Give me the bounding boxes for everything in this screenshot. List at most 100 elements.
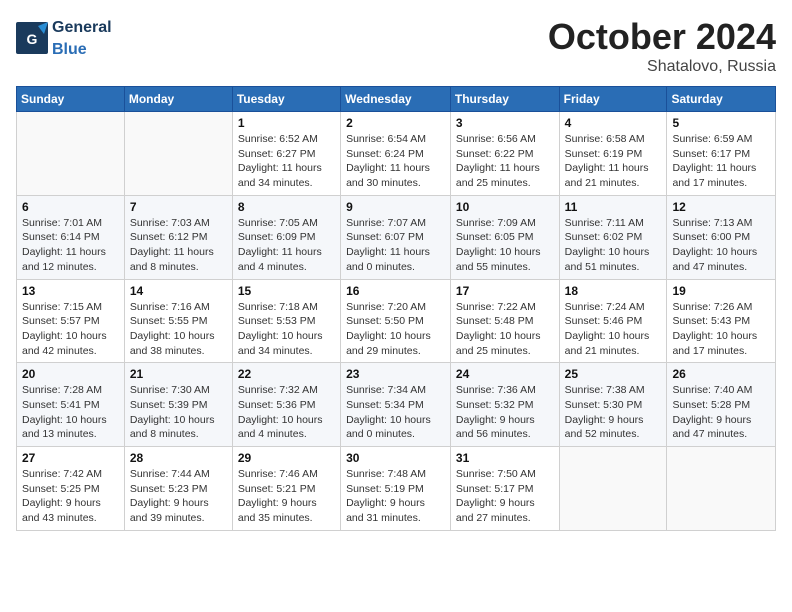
day-number: 8 — [238, 200, 335, 214]
day-number: 23 — [346, 367, 445, 381]
day-info: Sunrise: 7:30 AM Sunset: 5:39 PM Dayligh… — [130, 383, 227, 442]
calendar-cell: 4 Sunrise: 6:58 AM Sunset: 6:19 PM Daylig… — [559, 112, 667, 196]
day-number: 6 — [22, 200, 119, 214]
calendar-cell: 9 Sunrise: 7:07 AM Sunset: 6:07 PM Daylig… — [341, 195, 451, 279]
day-info: Sunrise: 6:54 AM Sunset: 6:24 PM Dayligh… — [346, 132, 445, 191]
calendar-cell — [124, 112, 232, 196]
day-info: Sunrise: 6:59 AM Sunset: 6:17 PM Dayligh… — [672, 132, 770, 191]
day-info: Sunrise: 7:22 AM Sunset: 5:48 PM Dayligh… — [456, 300, 554, 359]
calendar-cell: 12Sunrise: 7:13 AM Sunset: 6:00 PM Dayli… — [667, 195, 776, 279]
calendar-cell: 22 Sunrise: 7:32 AM Sunset: 5:36 PM Dayli… — [232, 363, 340, 447]
day-info: Sunrise: 6:56 AM Sunset: 6:22 PM Dayligh… — [456, 132, 554, 191]
day-info: Sunrise: 7:26 AM Sunset: 5:43 PM Dayligh… — [672, 300, 770, 359]
day-info: Sunrise: 7:13 AM Sunset: 6:00 PM Dayligh… — [672, 216, 770, 275]
day-number: 31 — [456, 451, 554, 465]
day-info: Sunrise: 7:32 AM Sunset: 5:36 PM Dayligh… — [238, 383, 335, 442]
calendar-week-row: 13 Sunrise: 7:15 AM Sunset: 5:57 PM Dayli… — [17, 279, 776, 363]
weekday-header-thursday: Thursday — [450, 87, 559, 112]
weekday-header-tuesday: Tuesday — [232, 87, 340, 112]
logo-icon: G — [16, 22, 48, 54]
calendar-cell: 1 Sunrise: 6:52 AM Sunset: 6:27 PM Daylig… — [232, 112, 340, 196]
day-number: 13 — [22, 284, 119, 298]
day-info: Sunrise: 7:50 AM Sunset: 5:17 PM Dayligh… — [456, 467, 554, 526]
calendar-week-row: 6 Sunrise: 7:01 AM Sunset: 6:14 PM Daylig… — [17, 195, 776, 279]
day-info: Sunrise: 7:18 AM Sunset: 5:53 PM Dayligh… — [238, 300, 335, 359]
calendar-cell: 27 Sunrise: 7:42 AM Sunset: 5:25 PM Dayli… — [17, 447, 125, 531]
title-section: October 2024 Shatalovo, Russia — [548, 16, 776, 76]
day-number: 27 — [22, 451, 119, 465]
day-number: 3 — [456, 116, 554, 130]
day-number: 21 — [130, 367, 227, 381]
calendar-week-row: 20 Sunrise: 7:28 AM Sunset: 5:41 PM Dayli… — [17, 363, 776, 447]
day-info: Sunrise: 7:16 AM Sunset: 5:55 PM Dayligh… — [130, 300, 227, 359]
day-number: 5 — [672, 116, 770, 130]
calendar-cell: 25Sunrise: 7:38 AM Sunset: 5:30 PM Dayli… — [559, 363, 667, 447]
day-number: 15 — [238, 284, 335, 298]
weekday-header-friday: Friday — [559, 87, 667, 112]
day-info: Sunrise: 7:38 AM Sunset: 5:30 PM Dayligh… — [565, 383, 662, 442]
weekday-header-saturday: Saturday — [667, 87, 776, 112]
day-number: 18 — [565, 284, 662, 298]
day-info: Sunrise: 7:36 AM Sunset: 5:32 PM Dayligh… — [456, 383, 554, 442]
logo-blue: Blue — [52, 41, 87, 58]
calendar-cell: 2 Sunrise: 6:54 AM Sunset: 6:24 PM Daylig… — [341, 112, 451, 196]
day-number: 14 — [130, 284, 227, 298]
calendar-cell: 30Sunrise: 7:48 AM Sunset: 5:19 PM Dayli… — [341, 447, 451, 531]
day-number: 10 — [456, 200, 554, 214]
calendar-cell: 20 Sunrise: 7:28 AM Sunset: 5:41 PM Dayli… — [17, 363, 125, 447]
day-info: Sunrise: 6:52 AM Sunset: 6:27 PM Dayligh… — [238, 132, 335, 191]
weekday-header-wednesday: Wednesday — [341, 87, 451, 112]
day-number: 29 — [238, 451, 335, 465]
day-info: Sunrise: 7:15 AM Sunset: 5:57 PM Dayligh… — [22, 300, 119, 359]
calendar-cell: 21 Sunrise: 7:30 AM Sunset: 5:39 PM Dayli… — [124, 363, 232, 447]
day-number: 7 — [130, 200, 227, 214]
svg-text:G: G — [27, 31, 38, 47]
weekday-header-sunday: Sunday — [17, 87, 125, 112]
day-info: Sunrise: 7:46 AM Sunset: 5:21 PM Dayligh… — [238, 467, 335, 526]
calendar-cell — [667, 447, 776, 531]
day-info: Sunrise: 7:42 AM Sunset: 5:25 PM Dayligh… — [22, 467, 119, 526]
calendar-table: SundayMondayTuesdayWednesdayThursdayFrid… — [16, 86, 776, 531]
day-info: Sunrise: 7:09 AM Sunset: 6:05 PM Dayligh… — [456, 216, 554, 275]
day-info: Sunrise: 7:01 AM Sunset: 6:14 PM Dayligh… — [22, 216, 119, 275]
day-info: Sunrise: 7:07 AM Sunset: 6:07 PM Dayligh… — [346, 216, 445, 275]
day-info: Sunrise: 7:48 AM Sunset: 5:19 PM Dayligh… — [346, 467, 445, 526]
day-number: 22 — [238, 367, 335, 381]
calendar-cell: 5 Sunrise: 6:59 AM Sunset: 6:17 PM Daylig… — [667, 112, 776, 196]
day-number: 24 — [456, 367, 554, 381]
day-number: 2 — [346, 116, 445, 130]
day-number: 20 — [22, 367, 119, 381]
calendar-week-row: 1 Sunrise: 6:52 AM Sunset: 6:27 PM Daylig… — [17, 112, 776, 196]
day-info: Sunrise: 7:11 AM Sunset: 6:02 PM Dayligh… — [565, 216, 662, 275]
calendar-cell: 11Sunrise: 7:11 AM Sunset: 6:02 PM Dayli… — [559, 195, 667, 279]
calendar-cell: 17 Sunrise: 7:22 AM Sunset: 5:48 PM Dayli… — [450, 279, 559, 363]
calendar-cell: 24 Sunrise: 7:36 AM Sunset: 5:32 PM Dayli… — [450, 363, 559, 447]
calendar-cell: 8Sunrise: 7:05 AM Sunset: 6:09 PM Daylig… — [232, 195, 340, 279]
calendar-cell: 18 Sunrise: 7:24 AM Sunset: 5:46 PM Dayli… — [559, 279, 667, 363]
day-info: Sunrise: 7:20 AM Sunset: 5:50 PM Dayligh… — [346, 300, 445, 359]
location-title: Shatalovo, Russia — [548, 58, 776, 76]
calendar-cell: 10 Sunrise: 7:09 AM Sunset: 6:05 PM Dayli… — [450, 195, 559, 279]
calendar-cell: 19Sunrise: 7:26 AM Sunset: 5:43 PM Dayli… — [667, 279, 776, 363]
calendar-cell: 7 Sunrise: 7:03 AM Sunset: 6:12 PM Daylig… — [124, 195, 232, 279]
calendar-cell: 16Sunrise: 7:20 AM Sunset: 5:50 PM Dayli… — [341, 279, 451, 363]
day-info: Sunrise: 7:24 AM Sunset: 5:46 PM Dayligh… — [565, 300, 662, 359]
day-number: 26 — [672, 367, 770, 381]
calendar-cell: 3 Sunrise: 6:56 AM Sunset: 6:22 PM Daylig… — [450, 112, 559, 196]
day-info: Sunrise: 6:58 AM Sunset: 6:19 PM Dayligh… — [565, 132, 662, 191]
header: G General Blue October 2024 Shatalovo, R… — [16, 16, 776, 76]
day-number: 9 — [346, 200, 445, 214]
calendar-cell: 13 Sunrise: 7:15 AM Sunset: 5:57 PM Dayli… — [17, 279, 125, 363]
page-container: G General Blue October 2024 Shatalovo, R… — [0, 0, 792, 539]
logo: G General Blue — [16, 16, 112, 59]
day-info: Sunrise: 7:03 AM Sunset: 6:12 PM Dayligh… — [130, 216, 227, 275]
calendar-cell: 6 Sunrise: 7:01 AM Sunset: 6:14 PM Daylig… — [17, 195, 125, 279]
calendar-cell: 15 Sunrise: 7:18 AM Sunset: 5:53 PM Dayli… — [232, 279, 340, 363]
day-number: 17 — [456, 284, 554, 298]
calendar-cell: 14 Sunrise: 7:16 AM Sunset: 5:55 PM Dayli… — [124, 279, 232, 363]
day-number: 1 — [238, 116, 335, 130]
calendar-cell: 29 Sunrise: 7:46 AM Sunset: 5:21 PM Dayli… — [232, 447, 340, 531]
day-number: 4 — [565, 116, 662, 130]
day-info: Sunrise: 7:28 AM Sunset: 5:41 PM Dayligh… — [22, 383, 119, 442]
calendar-cell — [559, 447, 667, 531]
